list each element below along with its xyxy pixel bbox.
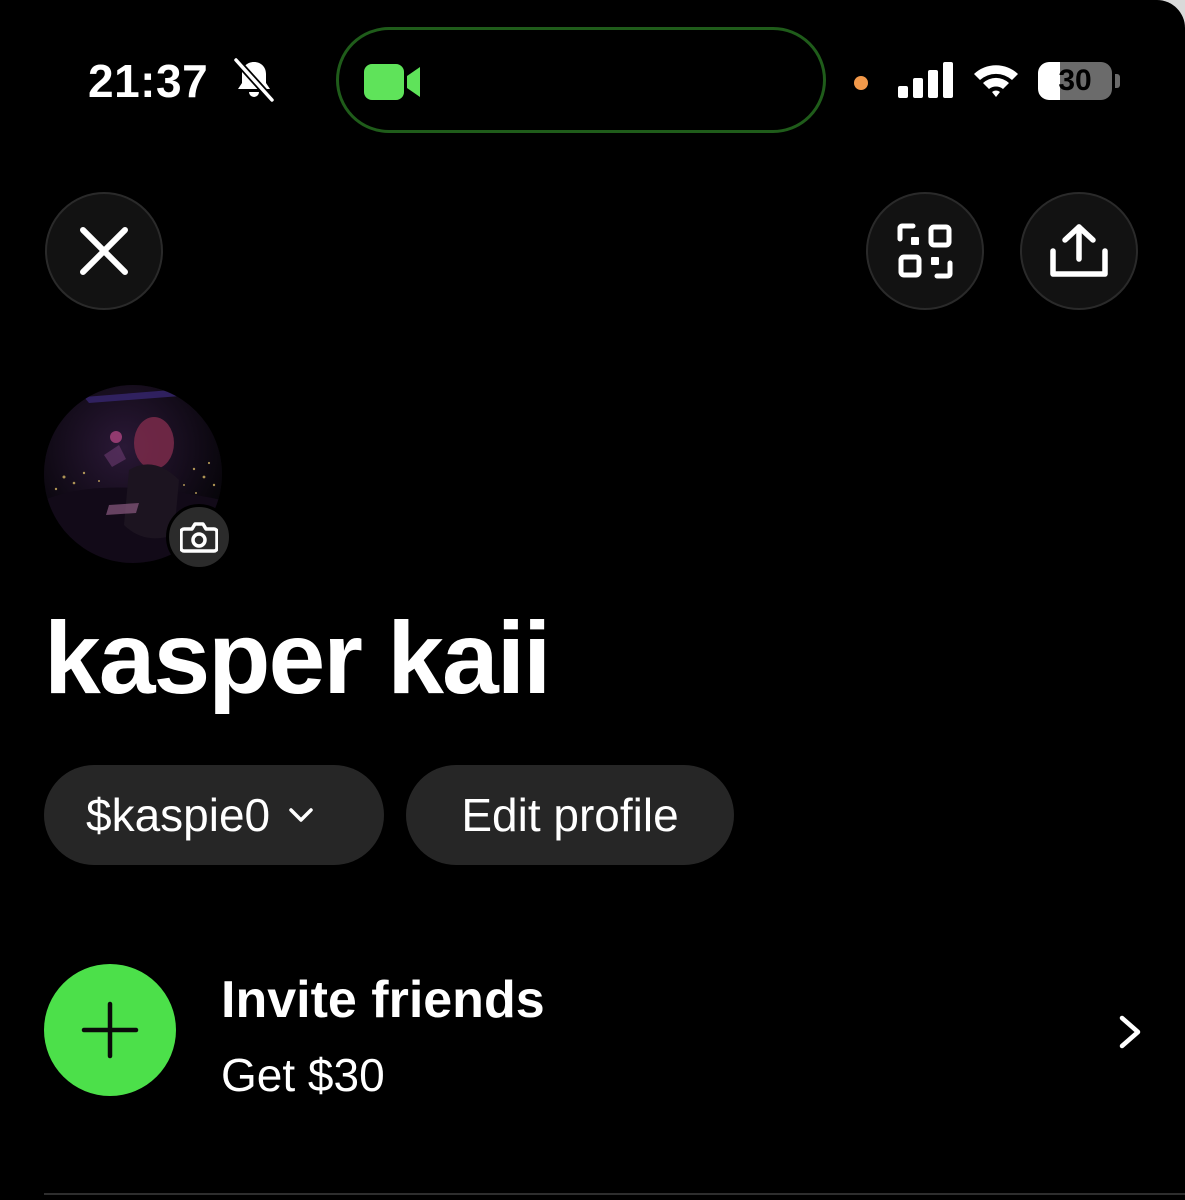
dynamic-island[interactable]	[336, 27, 826, 133]
privacy-indicator-dot	[854, 76, 868, 90]
qr-code-button[interactable]	[866, 192, 984, 310]
share-button[interactable]	[1020, 192, 1138, 310]
wifi-icon	[974, 65, 1018, 97]
plus-icon	[81, 1001, 139, 1059]
bell-slash-icon	[233, 57, 275, 103]
qr-code-icon	[897, 223, 953, 279]
invite-subtitle: Get $30	[221, 1049, 385, 1101]
display-name: kasper kaii	[44, 601, 551, 715]
close-button[interactable]	[45, 192, 163, 310]
chevron-down-icon	[289, 808, 313, 822]
edit-profile-button[interactable]: Edit profile	[406, 765, 734, 865]
camera-icon	[180, 522, 218, 553]
divider	[44, 1193, 1185, 1195]
cashtag-label: $kaspie0	[86, 789, 271, 841]
share-icon	[1050, 224, 1108, 277]
invite-title: Invite friends	[221, 971, 545, 1029]
cellular-signal-icon	[898, 62, 953, 98]
invite-friends-row[interactable]: Invite friends Get $30	[44, 962, 1144, 1101]
status-time: 21:37	[88, 55, 209, 107]
battery-indicator: 30	[1038, 62, 1122, 100]
cashtag-dropdown[interactable]: $kaspie0	[44, 765, 384, 865]
video-camera-icon	[364, 64, 420, 100]
edit-profile-label: Edit profile	[461, 789, 679, 841]
invite-icon-circle	[44, 964, 176, 1096]
change-photo-button[interactable]	[166, 504, 232, 570]
close-icon	[80, 227, 128, 275]
chevron-right-icon	[1119, 1015, 1141, 1049]
profile-screen: 21:37 30 kasper kaii $kaspie0 Edit profi…	[0, 0, 1185, 1200]
battery-percent: 30	[1058, 64, 1092, 97]
